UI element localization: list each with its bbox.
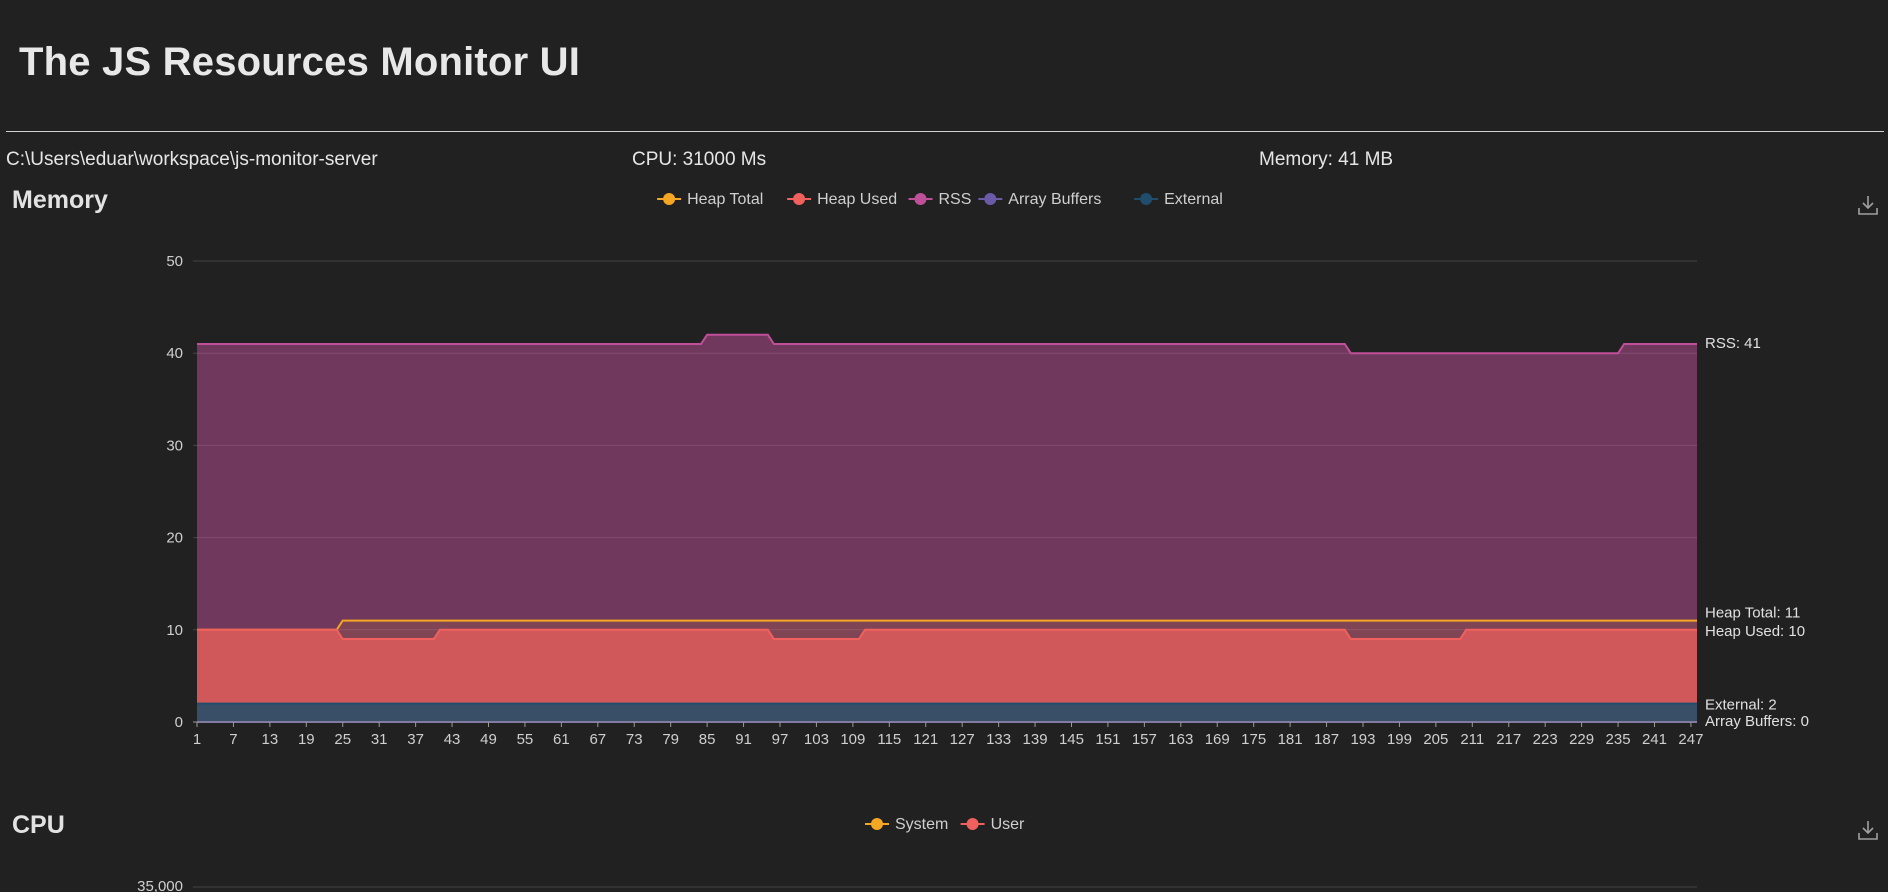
cpu-axes: 35,000 [137, 878, 1697, 892]
cpu-chart: System User 35,000 [137, 816, 1697, 892]
legend-label: System [895, 816, 948, 833]
legend-item-system[interactable]: System [865, 816, 948, 833]
legend-item-user[interactable]: User [960, 816, 1025, 833]
legend-marker [966, 818, 979, 830]
legend-marker [871, 818, 883, 830]
cpu-legend: System User [865, 816, 1025, 833]
legend-label: User [991, 816, 1025, 833]
y-tick-label: 35,000 [137, 878, 183, 892]
